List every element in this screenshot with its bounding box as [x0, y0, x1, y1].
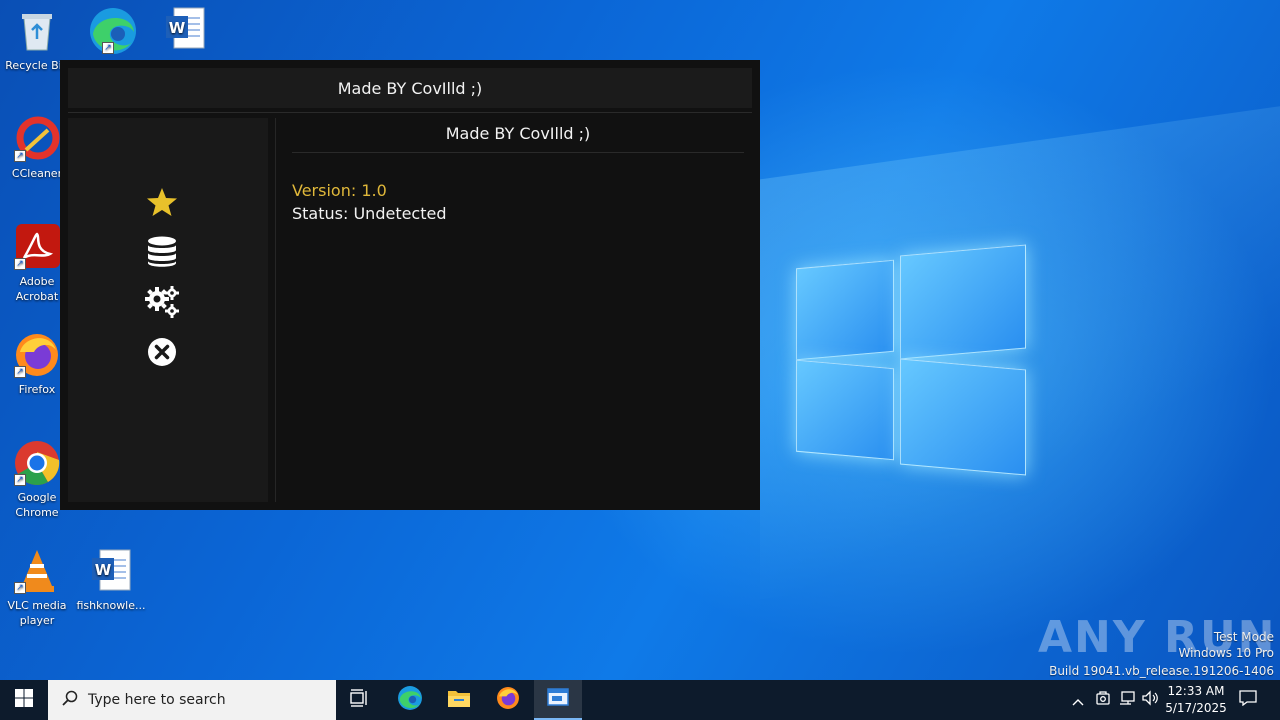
volume-icon [1142, 690, 1160, 710]
watermark-windows-edition: Windows 10 Pro [1178, 646, 1274, 660]
title-divider [68, 112, 752, 113]
recycle-bin-icon [14, 8, 60, 54]
star-icon [146, 186, 178, 222]
desktop-icon-label: Google Chrome [15, 491, 59, 519]
start-button[interactable] [0, 680, 48, 720]
desktop-icon-label: Adobe Acrobat [15, 275, 59, 303]
vlc-icon: ↗ [14, 548, 60, 594]
task-view-button[interactable] [336, 680, 384, 720]
close-circle-icon [147, 337, 177, 371]
gears-icon [144, 285, 180, 323]
search-icon [62, 690, 78, 710]
desktop-icon-word-doc[interactable]: W [148, 6, 222, 56]
chevron-up-icon [1072, 691, 1084, 710]
status-label: Status: Undetected [292, 204, 447, 223]
taskbar-search-box[interactable]: Type here to search [48, 680, 336, 720]
desktop-icon-vlc[interactable]: ↗ VLC media player [0, 548, 74, 628]
word-doc-icon: W [162, 6, 208, 52]
taskbar: Type here to search 12:33 AM 5/17/2025 [0, 680, 1280, 720]
app-title-bar[interactable]: Made BY CovIlld ;) [68, 68, 752, 108]
desktop-icon-edge[interactable]: ↗ [74, 6, 148, 56]
svg-text:W: W [95, 561, 112, 579]
tray-volume-button[interactable] [1141, 680, 1161, 720]
firefox-icon [496, 686, 520, 714]
sidebar-settings-button[interactable] [144, 285, 180, 323]
sidebar-database-button[interactable] [146, 236, 178, 272]
firefox-icon: ↗ [14, 332, 60, 378]
app-window: Made BY CovIlld ;) Made BY CovIlld ;) Ve… [60, 60, 760, 510]
tray-network-button[interactable] [1117, 680, 1137, 720]
version-label: Version: 1.0 [292, 181, 387, 200]
desktop-icon-label: Firefox [18, 383, 56, 396]
task-view-icon [350, 689, 370, 711]
chrome-icon: ↗ [14, 440, 60, 486]
tray-security-button[interactable] [1094, 680, 1112, 720]
desktop-icon-label: VLC media player [7, 599, 67, 627]
content-divider [292, 152, 744, 153]
taskbar-firefox-button[interactable] [484, 680, 532, 720]
search-placeholder: Type here to search [88, 692, 226, 708]
notification-center-button[interactable] [1234, 680, 1262, 720]
svg-text:W: W [169, 19, 186, 37]
sidebar-close-button[interactable] [146, 338, 178, 370]
show-hidden-icons-button[interactable] [1068, 680, 1088, 720]
windows-start-icon [15, 689, 33, 711]
app-window-title: Made BY CovIlld ;) [337, 78, 483, 98]
content-title: Made BY CovIlld ;) [445, 124, 591, 143]
shield-tray-icon [1096, 690, 1110, 710]
network-icon [1119, 690, 1135, 710]
word-doc-icon: W [88, 548, 134, 594]
acrobat-icon: ↗ [14, 224, 60, 270]
app-window-icon [547, 688, 569, 710]
desktop-icon-label: fishknowle... [76, 599, 146, 612]
taskbar-app-window-button[interactable] [534, 680, 582, 720]
edge-icon [397, 685, 423, 715]
notification-icon [1239, 690, 1257, 710]
taskbar-edge-button[interactable] [386, 680, 434, 720]
edge-icon: ↗ [88, 6, 136, 54]
sidebar-star-button[interactable] [146, 188, 178, 220]
desktop-icon-fishknowledge-doc[interactable]: W fishknowle... [74, 548, 148, 613]
clock-time: 12:33 AM [1167, 684, 1225, 698]
sidebar-divider [275, 118, 276, 502]
clock-date: 5/17/2025 [1165, 701, 1227, 715]
ccleaner-icon: ↗ [14, 116, 60, 162]
watermark-build: Build 19041.vb_release.191206-1406 [1049, 664, 1274, 678]
watermark-test-mode: Test Mode [1213, 630, 1274, 644]
taskbar-clock[interactable]: 12:33 AM 5/17/2025 [1160, 683, 1232, 717]
database-icon [147, 236, 177, 272]
taskbar-file-explorer-button[interactable] [435, 680, 483, 720]
file-explorer-icon [447, 688, 471, 712]
desktop-icon-label: CCleaner [11, 167, 63, 180]
